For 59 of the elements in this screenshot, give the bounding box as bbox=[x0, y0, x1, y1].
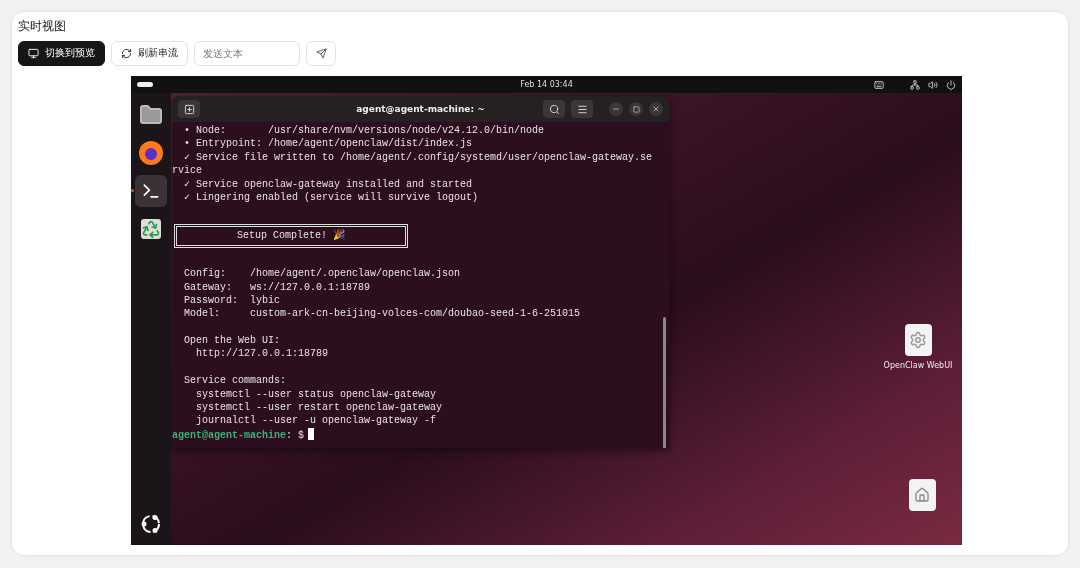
switch-preview-button[interactable]: 切换到预览 bbox=[18, 40, 105, 66]
home-icon bbox=[914, 487, 930, 503]
terminal-line: Service commands: bbox=[183, 374, 288, 388]
send-button[interactable] bbox=[306, 40, 336, 66]
terminal-line: Password: lybic bbox=[183, 293, 282, 308]
close-button[interactable] bbox=[649, 102, 663, 116]
terminal-line: ✓ Service file written to /home/agent/.config/systemd/user/openclaw-gateway.se bbox=[183, 150, 654, 165]
search-button[interactable] bbox=[543, 100, 565, 118]
prompt-user: agent@agent-machine bbox=[172, 429, 287, 441]
new-tab-button[interactable] bbox=[178, 100, 200, 118]
terminal-line: systemctl --user restart openclaw-gateway bbox=[195, 401, 444, 415]
running-dot bbox=[131, 189, 134, 192]
keyboard-icon[interactable] bbox=[874, 79, 884, 90]
maximize-button[interactable] bbox=[629, 102, 643, 116]
folder-icon bbox=[139, 103, 163, 127]
terminal-line: • Entrypoint: /home/agent/openclaw/dist/index.js bbox=[183, 137, 474, 151]
terminal-line: ✓ Service openclaw-gateway installed and started bbox=[183, 177, 474, 191]
close-icon bbox=[652, 105, 660, 113]
new-tab-icon bbox=[183, 103, 195, 115]
refresh-stream-button[interactable]: 刷新串流 bbox=[111, 40, 188, 66]
menu-icon bbox=[576, 103, 588, 115]
terminal-line: Gateway: ws://127.0.0.1:18789 bbox=[183, 280, 372, 294]
terminal-line: journalctl --user -u openclaw-gateway -f bbox=[195, 414, 438, 428]
search-icon bbox=[548, 103, 560, 115]
send-text-field[interactable]: 发送文本 bbox=[194, 40, 300, 66]
desktop-icon[interactable] bbox=[908, 479, 936, 511]
network-icon[interactable] bbox=[910, 79, 920, 90]
trash-icon bbox=[141, 219, 161, 239]
menu-button[interactable] bbox=[571, 100, 593, 118]
terminal-line: systemctl --user status openclaw-gateway bbox=[195, 387, 438, 402]
terminal-line: http://127.0.0.1:18789 bbox=[195, 347, 330, 361]
window-title: agent@agent-machine: ~ bbox=[356, 104, 485, 114]
minimize-icon bbox=[612, 105, 620, 113]
gear-icon bbox=[909, 331, 927, 349]
maximize-icon bbox=[632, 105, 640, 113]
terminal-icon bbox=[141, 181, 161, 201]
terminal-line: ✓ Lingering enabled (service will survive logout) bbox=[183, 190, 480, 205]
monitor-icon bbox=[28, 47, 39, 59]
text-cursor bbox=[308, 427, 315, 440]
prompt-symbol: : $ bbox=[286, 429, 305, 441]
refresh-icon bbox=[121, 47, 132, 59]
send-icon bbox=[315, 47, 327, 59]
desktop-icon-label: OpenClaw WebUI bbox=[883, 361, 953, 370]
minimize-button[interactable] bbox=[609, 102, 623, 116]
panel-title: 实时视图 bbox=[18, 18, 67, 35]
desktop-icon[interactable] bbox=[904, 324, 932, 356]
power-icon[interactable] bbox=[946, 79, 956, 90]
setup-complete-banner: Setup Complete! 🎉 bbox=[174, 223, 408, 248]
scrollbar[interactable] bbox=[663, 317, 666, 448]
apps-grid-icon[interactable] bbox=[140, 513, 162, 535]
workspace-indicator bbox=[137, 82, 153, 87]
terminal-line: • Node: /usr/share/nvm/versions/node/v24.12.0/bin/node bbox=[183, 124, 546, 138]
volume-icon[interactable] bbox=[928, 79, 938, 90]
terminal-line: rvice bbox=[172, 164, 203, 178]
terminal-line: Model: custom-ark-cn-beijing-volces-com/doubao-seed-1-6-251015 bbox=[183, 307, 582, 321]
clock: Feb 14 03:44 bbox=[520, 80, 573, 89]
browser-icon bbox=[138, 140, 164, 166]
terminal-line: Config: /home/agent/.openclaw/openclaw.json bbox=[183, 267, 462, 281]
terminal-line: Open the Web UI: bbox=[183, 334, 282, 348]
